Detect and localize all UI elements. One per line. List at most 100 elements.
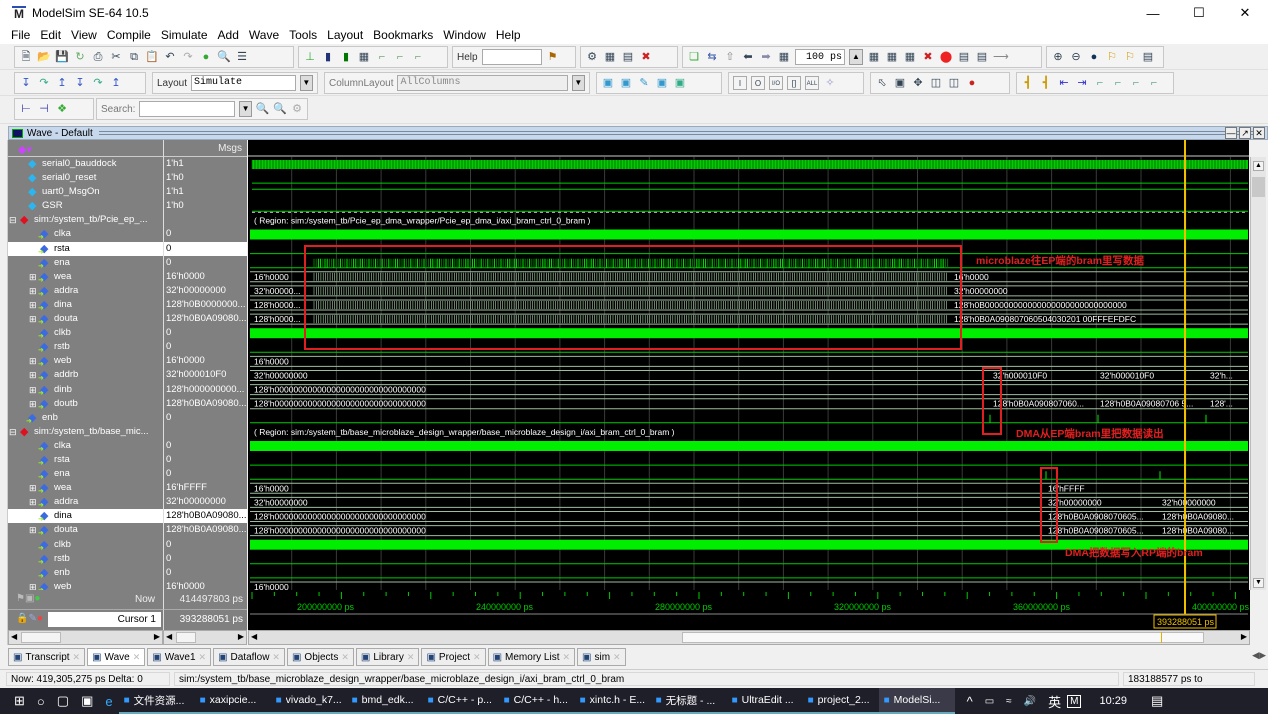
- scroll-left-button[interactable]: ◀: [251, 632, 257, 641]
- windows-start-icon[interactable]: ⊞: [8, 693, 31, 709]
- tab-objects[interactable]: ▣ Objects ✕: [286, 648, 354, 666]
- signal-row[interactable]: ⊞◆➜web: [8, 580, 163, 590]
- restart-icon[interactable]: ⇆: [705, 50, 719, 64]
- zoom-mode-icon[interactable]: ▣: [893, 76, 907, 90]
- prev-transition-icon[interactable]: ⇤: [1057, 76, 1071, 90]
- expand-icon[interactable]: ⊞: [29, 383, 37, 397]
- tab-close-icon[interactable]: ✕: [133, 652, 141, 663]
- zoom-full-icon[interactable]: ●: [1087, 50, 1101, 64]
- layout-select[interactable]: Simulate: [191, 75, 296, 91]
- save-icon[interactable]: 💾: [55, 50, 69, 64]
- prev-falling-icon[interactable]: ⌐: [1093, 76, 1107, 90]
- wave-close-button[interactable]: ✕: [1253, 127, 1265, 139]
- tab-library[interactable]: ▣ Library ✕: [355, 648, 420, 666]
- tab-close-icon[interactable]: ✕: [272, 652, 280, 663]
- signal-row[interactable]: ◆ ➜ clka: [8, 227, 163, 241]
- tab-close-icon[interactable]: ✕: [73, 652, 81, 663]
- delete-cursor-icon[interactable]: ┫: [1039, 76, 1053, 90]
- column-layout-select[interactable]: AllColumns: [397, 75, 568, 91]
- signal-row[interactable]: ◆ ➜ enb: [8, 411, 163, 425]
- new-file-icon[interactable]: 🗎: [19, 50, 33, 64]
- signal-row[interactable]: ◆ ➜ ena: [8, 256, 163, 270]
- expand-icon[interactable]: ⊞: [29, 298, 37, 312]
- taskbar-item[interactable]: ■ C/C++ - p...: [422, 688, 499, 714]
- next-rising-icon[interactable]: ⌐: [1147, 76, 1161, 90]
- signal-row[interactable]: ◆ GSR: [8, 199, 163, 213]
- insert-cursor-icon[interactable]: ┫: [1021, 76, 1035, 90]
- cursor-icons[interactable]: 🔒✎●: [16, 613, 43, 624]
- menu-file[interactable]: File: [6, 26, 35, 44]
- tab-project[interactable]: ▣ Project ✕: [421, 648, 486, 666]
- menu-view[interactable]: View: [66, 26, 102, 44]
- signal-row[interactable]: ⊞ ◆ ➜ addra: [8, 284, 163, 298]
- signal-row[interactable]: ◆ serial0_bauddock: [8, 157, 163, 171]
- taskbar-item[interactable]: ■ ModelSi...: [878, 688, 955, 714]
- expand-icon[interactable]: ⊞: [29, 368, 37, 382]
- taskbar-item[interactable]: ■ 文件资源...: [118, 688, 195, 714]
- signal-row[interactable]: ◆ ➜ rsta: [8, 453, 163, 467]
- add-objects-icon[interactable]: ▣: [673, 76, 687, 90]
- up-arrow-icon[interactable]: ⇧: [723, 50, 737, 64]
- signal-row[interactable]: ◆ ➜ rsta: [8, 241, 163, 256]
- copy-icon[interactable]: ⧉: [127, 50, 141, 64]
- taskbar-item[interactable]: ■ xaxipcie...: [194, 688, 271, 714]
- expand-icon[interactable]: ⊞: [29, 312, 37, 326]
- zoom-cursor-icon[interactable]: ⚐: [1105, 50, 1119, 64]
- add-wave-icon[interactable]: ▣: [601, 76, 615, 90]
- search-input[interactable]: [139, 101, 236, 117]
- now-icons[interactable]: ⚑▣●: [16, 593, 40, 604]
- step-over-icon[interactable]: ↷: [37, 76, 51, 90]
- help-search-icon[interactable]: ⚑: [546, 50, 560, 64]
- tab-close-icon[interactable]: ✕: [407, 652, 415, 663]
- performance-icon[interactable]: ▤: [957, 50, 971, 64]
- taskbar-item[interactable]: ■ UltraEdit ...: [726, 688, 803, 714]
- filter-clear-icon[interactable]: ✧: [823, 76, 837, 90]
- wave-edge-icon[interactable]: ⊥: [303, 50, 317, 64]
- run-length-icon[interactable]: ▦: [777, 50, 791, 64]
- reload-icon[interactable]: ↻: [73, 50, 87, 64]
- wave-undock-button[interactable]: ↗: [1239, 127, 1251, 139]
- edit-icon[interactable]: ✎: [637, 76, 651, 90]
- wave-step-icon[interactable]: ⌐: [393, 50, 407, 64]
- collapse-icon[interactable]: ☰: [235, 50, 249, 64]
- run-length-spinner[interactable]: ▲: [849, 49, 863, 65]
- taskbar-item[interactable]: ■ bmd_edk...: [346, 688, 423, 714]
- signal-row[interactable]: ⊟ ◆ sim:/system_tb/base_mic...: [8, 425, 163, 439]
- notification-icon[interactable]: ▤: [1145, 693, 1169, 709]
- zoom-in-icon[interactable]: ⊕: [1051, 50, 1065, 64]
- signal-row[interactable]: ⊞ ◆ ➜ dina: [8, 509, 163, 524]
- store-icon[interactable]: ▣: [75, 693, 99, 709]
- find-icon[interactable]: 🔍: [217, 50, 231, 64]
- signal-row[interactable]: ⊞ ◆ ➜ wea: [8, 270, 163, 284]
- right-arrow-icon[interactable]: ➡: [759, 50, 773, 64]
- menu-layout[interactable]: Layout: [322, 26, 368, 44]
- time-axis[interactable]: 200000000 ps 240000000 ps 280000000 ps 3200…: [248, 590, 1250, 630]
- tab-scroll-buttons[interactable]: ◀▶: [1252, 650, 1266, 661]
- search-find-all-icon[interactable]: 🔍: [273, 102, 287, 116]
- search-options-icon[interactable]: ⚙: [291, 102, 303, 116]
- scroll-down-button[interactable]: ▼: [1253, 578, 1264, 588]
- step-into-icon[interactable]: ↧: [19, 76, 33, 90]
- next-transition-icon[interactable]: ⇥: [1075, 76, 1089, 90]
- undo-icon[interactable]: ↶: [163, 50, 177, 64]
- wifi-icon[interactable]: ≈: [1000, 696, 1018, 707]
- signal-row[interactable]: ◆ ➜ rstb: [8, 552, 163, 566]
- next-falling-icon[interactable]: ⌐: [1111, 76, 1125, 90]
- add-icon[interactable]: ●: [199, 50, 213, 64]
- taskbar-item[interactable]: ■ C/C++ - h...: [498, 688, 575, 714]
- menu-edit[interactable]: Edit: [35, 26, 66, 44]
- zoom-out-icon[interactable]: ⊖: [1069, 50, 1083, 64]
- cortana-icon[interactable]: ○: [31, 694, 51, 709]
- run-all-icon[interactable]: ▦: [903, 50, 917, 64]
- minimize-button[interactable]: —: [1130, 0, 1176, 26]
- menu-wave[interactable]: Wave: [244, 26, 284, 44]
- battery-icon[interactable]: ▭: [979, 696, 1000, 707]
- search-find-icon[interactable]: 🔍: [256, 102, 270, 116]
- wave-rise-icon[interactable]: ⌐: [375, 50, 389, 64]
- wave-fill-icon[interactable]: ▮: [339, 50, 353, 64]
- step-out-fn-icon[interactable]: ↥: [109, 76, 123, 90]
- add-dataflow-icon[interactable]: ▣: [655, 76, 669, 90]
- expand-icon[interactable]: ⊞: [29, 523, 37, 537]
- open-folder-icon[interactable]: 📂: [37, 50, 51, 64]
- signal-row[interactable]: ◆ serial0_reset: [8, 171, 163, 185]
